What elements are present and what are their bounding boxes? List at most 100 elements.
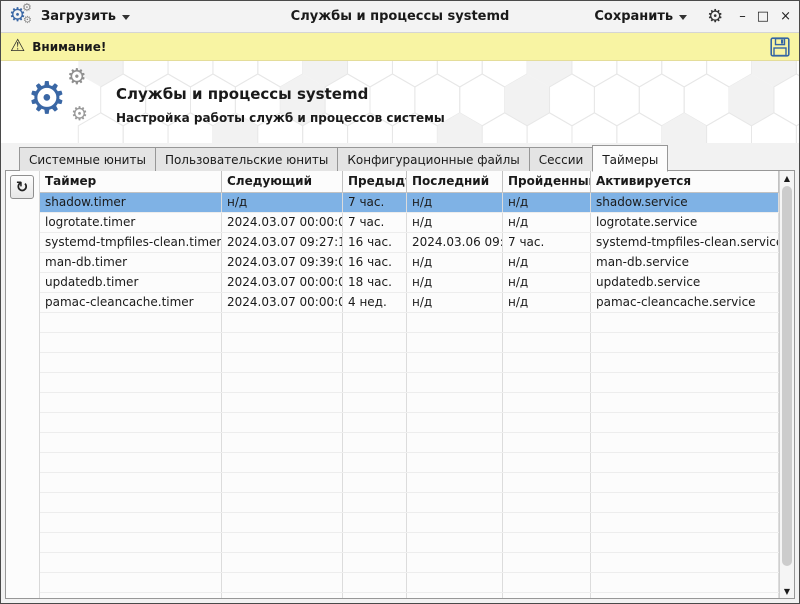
column-header-next[interactable]: Следующий (222, 171, 343, 192)
minimize-button[interactable]: – (739, 10, 746, 23)
column-header-previous[interactable]: Предыдущий (343, 171, 407, 192)
table-cell-empty (222, 393, 343, 412)
table-cell-empty (343, 333, 407, 352)
refresh-button[interactable]: ↻ (10, 175, 34, 199)
column-header-elapsed[interactable]: Пройденный (503, 171, 591, 192)
tab-user-units[interactable]: Пользовательские юниты (155, 147, 338, 171)
table-empty-row (40, 473, 779, 493)
table-cell-empty (40, 313, 222, 332)
table-cell-empty (222, 333, 343, 352)
table-cell-empty (407, 373, 503, 392)
window-title: Службы и процессы systemd (151, 9, 649, 24)
table-cell-empty (343, 313, 407, 332)
tab-config-files[interactable]: Конфигурационные файлы (337, 147, 529, 171)
table-row[interactable]: shadow.timerн/д7 час.н/дн/дshadow.servic… (40, 193, 779, 213)
table-cell-empty (343, 453, 407, 472)
table-cell: systemd-tmpfiles-clean.service (591, 233, 779, 252)
table-cell-empty (591, 453, 779, 472)
table-cell-empty (343, 533, 407, 552)
settings-gear-icon[interactable]: ⚙ (707, 8, 723, 26)
table-cell: 7 час. (343, 213, 407, 232)
table-cell: 16 час. (343, 253, 407, 272)
table-empty-row (40, 453, 779, 473)
app-window: ⚙ ⚙ ⚙ Загрузить Службы и процессы system… (0, 0, 800, 604)
tab-timers[interactable]: Таймеры (592, 145, 668, 172)
column-header-last[interactable]: Последний (407, 171, 503, 192)
table-cell-empty (222, 553, 343, 572)
titlebar: ⚙ ⚙ ⚙ Загрузить Службы и процессы system… (1, 1, 799, 33)
table-cell-empty (343, 473, 407, 492)
table-cell-empty (503, 493, 591, 512)
hero-header: ⚙ ⚙ ⚙ Службы и процессы systemd Настройк… (1, 61, 799, 143)
table-row[interactable]: updatedb.timer2024.03.07 00:00:0018 час.… (40, 273, 779, 293)
table-cell-empty (591, 313, 779, 332)
table-cell-empty (40, 593, 222, 598)
table-cell-empty (503, 393, 591, 412)
table-cell-empty (407, 313, 503, 332)
column-header-timer[interactable]: Таймер (40, 171, 222, 192)
table-cell-empty (407, 493, 503, 512)
refresh-icon: ↻ (16, 178, 29, 196)
scroll-up-arrow-icon[interactable]: ▲ (780, 171, 794, 185)
gear-icon: ⚙ (23, 16, 32, 26)
table-cell-empty (591, 413, 779, 432)
save-button-label: Сохранить (594, 9, 673, 24)
table-cell-empty (343, 353, 407, 372)
table-cell-empty (503, 533, 591, 552)
table-cell-empty (40, 353, 222, 372)
table-cell: 4 нед. (343, 293, 407, 312)
table-row[interactable]: man-db.timer2024.03.07 09:39:0016 час.н/… (40, 253, 779, 273)
table-cell-empty (343, 493, 407, 512)
load-button[interactable]: Загрузить (35, 5, 136, 28)
table-empty-row (40, 553, 779, 573)
scroll-down-arrow-icon[interactable]: ▼ (780, 584, 794, 598)
table-cell-empty (591, 533, 779, 552)
table-cell-empty (343, 573, 407, 592)
close-button[interactable]: × (780, 10, 791, 23)
table-cell: man-db.service (591, 253, 779, 272)
table-cell: pamac-cleancache.timer (40, 293, 222, 312)
scrollbar-thumb[interactable] (782, 186, 792, 566)
table-row[interactable]: logrotate.timer2024.03.07 00:00:007 час.… (40, 213, 779, 233)
table-empty-row (40, 373, 779, 393)
table-cell-empty (503, 413, 591, 432)
gear-icon: ⚙ (22, 2, 32, 13)
table-cell: 2024.03.07 00:00:00 (222, 293, 343, 312)
table-empty-row (40, 593, 779, 598)
table-cell-empty (503, 373, 591, 392)
tab-system-units[interactable]: Системные юниты (19, 147, 156, 171)
table-cell: updatedb.service (591, 273, 779, 292)
vertical-scrollbar[interactable]: ▲ ▼ (779, 171, 794, 598)
table-cell: н/д (503, 193, 591, 212)
column-header-activates[interactable]: Активируется (591, 171, 779, 192)
table-row[interactable]: systemd-tmpfiles-clean.timer2024.03.07 0… (40, 233, 779, 253)
table-cell-empty (40, 513, 222, 532)
table-cell-empty (222, 353, 343, 372)
table-cell-empty (591, 333, 779, 352)
load-button-label: Загрузить (41, 9, 116, 24)
table-empty-row (40, 573, 779, 593)
table-empty-row (40, 393, 779, 413)
table-cell: updatedb.timer (40, 273, 222, 292)
chevron-down-icon (679, 15, 687, 20)
table-cell-empty (407, 473, 503, 492)
table-cell-empty (407, 453, 503, 472)
table-cell-empty (222, 573, 343, 592)
table-cell-empty (407, 573, 503, 592)
table-cell-empty (343, 413, 407, 432)
table-cell-empty (503, 553, 591, 572)
table-cell-empty (407, 413, 503, 432)
maximize-button[interactable]: □ (757, 10, 769, 23)
table-cell-empty (343, 553, 407, 572)
save-button[interactable]: Сохранить (588, 5, 693, 28)
table-cell: 2024.03.07 09:27:19 (222, 233, 343, 252)
table-cell-empty (407, 333, 503, 352)
tab-sessions[interactable]: Сессии (529, 147, 594, 171)
table-cell-empty (591, 373, 779, 392)
table-cell: н/д (407, 193, 503, 212)
table-cell-empty (407, 513, 503, 532)
table-cell-empty (591, 433, 779, 452)
save-file-icon[interactable] (770, 37, 790, 57)
table-row[interactable]: pamac-cleancache.timer2024.03.07 00:00:0… (40, 293, 779, 313)
table-cell-empty (407, 393, 503, 412)
